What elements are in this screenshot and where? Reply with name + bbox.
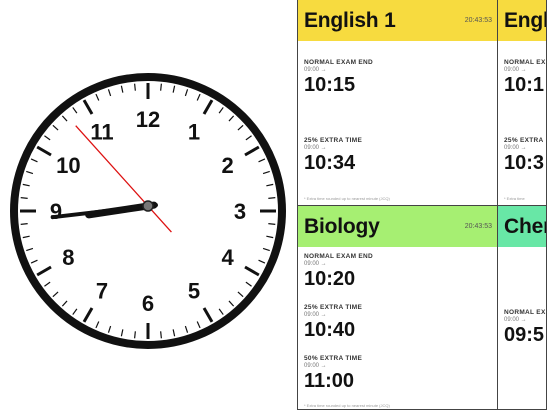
clock-number: 7 — [96, 279, 108, 304]
minute-tick — [20, 197, 28, 199]
exam-panel-header: Cher — [498, 206, 546, 247]
minute-tick — [134, 331, 136, 339]
exam-time-label: NORMAL EX — [504, 309, 546, 316]
analog-clock: 12 1 2 3 4 5 6 7 8 9 10 11 — [0, 66, 297, 356]
exam-time-block: NORMAL EXAM END 09:00 → 10:15 — [304, 59, 373, 96]
exam-subject-title: Biology — [304, 214, 380, 238]
exam-end-time: 09:5 — [504, 324, 545, 346]
exam-start-time: 09:00 → — [504, 145, 527, 151]
rounding-note: * Extra time rounded up to nearest minut… — [304, 196, 390, 201]
minute-tick — [134, 83, 136, 91]
clock-number: 9 — [50, 199, 62, 224]
exam-start-time: 09:00 → — [504, 67, 527, 73]
exam-panel-header: English 1 20:43:53 — [298, 0, 497, 41]
clock-number: 4 — [222, 245, 235, 270]
clock-number: 8 — [62, 245, 74, 270]
clock-face: 12 1234567891011 — [10, 73, 286, 349]
clock-number: 3 — [234, 199, 246, 224]
clock-number: 12 — [136, 107, 160, 132]
exam-time-label: NORMAL EX — [504, 59, 546, 66]
exam-time-label: 25% EXTRA TIME — [304, 304, 363, 311]
exam-time-label: 50% EXTRA TIME — [304, 355, 363, 362]
exam-time-block: 50% EXTRA TIME 09:00 → 11:00 — [304, 355, 362, 392]
exam-subject-title: English 1 — [304, 8, 396, 32]
minute-tick — [160, 331, 162, 339]
exam-end-time: 10:40 — [304, 319, 356, 341]
exam-panels-grid: English 1 20:43:53 NORMAL EXAM END 09:00… — [297, 0, 547, 410]
exam-start-time: 09:00 → — [304, 67, 327, 73]
exam-time-label: 25% EXTRA TIME — [304, 137, 363, 144]
minute-tick — [268, 223, 276, 225]
exam-start-time: 09:00 → — [504, 317, 527, 323]
exam-start-time: 09:00 → — [304, 261, 327, 267]
exam-end-time: 10:1 — [504, 74, 545, 96]
clock-number: 5 — [188, 279, 200, 304]
exam-start-time: 09:00 → — [304, 145, 327, 151]
exam-end-time: 10:20 — [304, 268, 356, 290]
exam-time-label: 25% EXTRA — [504, 137, 544, 144]
exam-start-time: 09:00 → — [304, 363, 327, 369]
header-clock: 20:43:53 — [464, 17, 492, 24]
clock-number: 11 — [90, 119, 113, 144]
exam-panel-chemistry: Cher NORMAL EX 09:00 → 09:5 — [498, 206, 547, 410]
exam-panel-header: Engl — [498, 0, 546, 41]
exam-time-block: NORMAL EX 09:00 → 09:5 — [504, 309, 546, 346]
rounding-note: * Extra time rounded up to nearest minut… — [304, 403, 390, 408]
clock-number: 2 — [222, 153, 234, 178]
header-clock: 20:43:53 — [464, 223, 492, 230]
exam-panel-biology: Biology 20:43:53 NORMAL EXAM END 09:00 →… — [297, 206, 498, 410]
exam-time-block: 25% EXTRA TIME 09:00 → 10:40 — [304, 304, 362, 341]
exam-time-block: NORMAL EX 09:00 → 10:1 — [504, 59, 546, 96]
clock-number: 1 — [188, 119, 200, 144]
exam-time-label: NORMAL EXAM END — [304, 59, 374, 66]
minute-tick — [20, 223, 28, 225]
exam-subject-title: Cher — [504, 214, 547, 238]
exam-subject-title: Engl — [504, 8, 547, 32]
exam-panel-english-2: Engl NORMAL EX 09:00 → 10:1 25% EXTRA 09… — [498, 0, 547, 206]
exam-time-block: 25% EXTRA TIME 09:00 → 10:34 — [304, 137, 362, 174]
exam-time-label: NORMAL EXAM END — [304, 253, 374, 260]
exam-time-block: NORMAL EXAM END 09:00 → 10:20 — [304, 253, 373, 290]
minute-tick — [160, 83, 162, 91]
clock-center-cap — [142, 200, 154, 212]
exam-end-time: 10:34 — [304, 152, 356, 174]
clock-number: 6 — [142, 291, 154, 316]
exam-time-block: 25% EXTRA 09:00 → 10:3 — [504, 137, 544, 174]
exam-end-time: 10:15 — [304, 74, 356, 96]
exam-panel-header: Biology 20:43:53 — [298, 206, 497, 247]
rounding-note: * Extra time — [504, 196, 525, 201]
exam-panel-english-1: English 1 20:43:53 NORMAL EXAM END 09:00… — [297, 0, 498, 206]
exam-start-time: 09:00 → — [304, 312, 327, 318]
minute-tick — [268, 197, 276, 199]
clock-number: 10 — [56, 153, 80, 178]
exam-end-time: 11:00 — [304, 370, 355, 392]
exam-end-time: 10:3 — [504, 152, 545, 174]
